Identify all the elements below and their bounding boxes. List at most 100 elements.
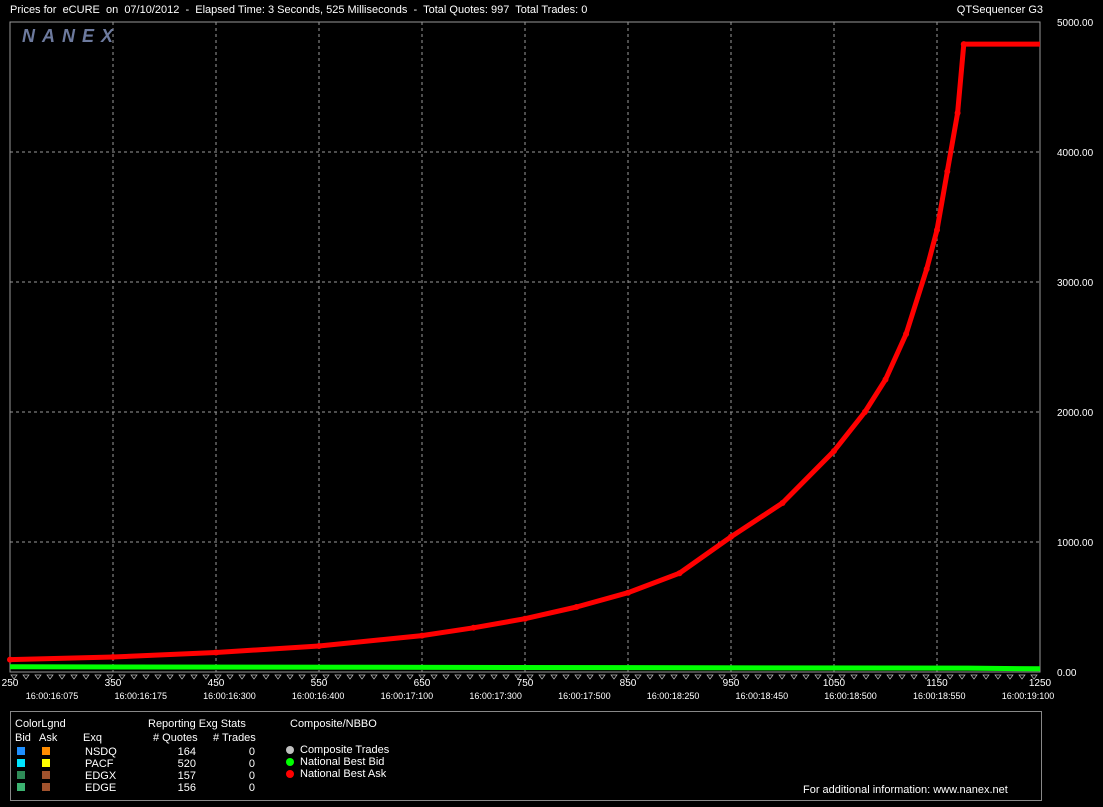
quote-marker xyxy=(1018,674,1026,680)
quote-marker xyxy=(142,674,150,680)
y-tick-label: 4000.00 xyxy=(1057,148,1094,159)
bid-swatch xyxy=(17,771,25,779)
quote-count: 156 xyxy=(177,782,196,794)
quote-marker xyxy=(694,674,702,680)
data-point xyxy=(213,649,219,656)
quote-count: 164 xyxy=(177,746,196,758)
ask-label: Ask xyxy=(39,732,58,744)
quote-marker xyxy=(442,674,450,680)
quote-marker xyxy=(490,674,498,680)
quote-marker xyxy=(22,674,30,680)
quote-marker xyxy=(874,674,882,680)
legend-panel: ColorLgnd Bid Ask Exq Reporting Exg Stat… xyxy=(10,711,1042,801)
composite-dot xyxy=(286,770,294,778)
quote-marker xyxy=(910,674,918,680)
quote-marker xyxy=(778,674,786,680)
x-tick-label: 1050 xyxy=(823,678,846,689)
y-tick-label: 2000.00 xyxy=(1057,408,1094,419)
nanex-logo: NANEX xyxy=(22,26,120,46)
y-tick-label: 5000.00 xyxy=(1057,18,1094,29)
composite-label: Composite Trades xyxy=(300,744,390,756)
quote-marker xyxy=(430,674,438,680)
time-label: 16:00:17:500 xyxy=(558,691,611,701)
quote-marker xyxy=(94,674,102,680)
data-point xyxy=(779,500,786,506)
quote-marker xyxy=(574,674,582,680)
time-label: 16:00:16:175 xyxy=(114,691,167,701)
bid-swatch xyxy=(17,747,25,755)
quote-marker xyxy=(598,674,606,680)
quote-marker xyxy=(334,674,342,680)
y-tick-label: 1000.00 xyxy=(1057,538,1094,549)
data-point xyxy=(882,376,889,383)
x-tick-label: 650 xyxy=(414,678,431,689)
data-point xyxy=(316,643,322,649)
quote-marker xyxy=(982,674,990,680)
quote-marker xyxy=(382,674,390,680)
quote-marker xyxy=(226,674,234,680)
x-tick-label: 550 xyxy=(311,678,328,689)
quote-marker xyxy=(742,674,750,680)
y-tick-label: 3000.00 xyxy=(1057,278,1094,289)
data-point xyxy=(522,615,528,622)
quote-marker xyxy=(970,674,978,680)
time-label: 16:00:19:100 xyxy=(1002,691,1055,701)
quote-marker xyxy=(586,674,594,680)
series-line xyxy=(9,664,1041,672)
data-point xyxy=(419,632,425,639)
quote-marker xyxy=(814,674,822,680)
quote-marker xyxy=(802,674,810,680)
data-point xyxy=(728,533,734,540)
stats-title: Reporting Exg Stats xyxy=(148,718,246,730)
quote-marker xyxy=(946,674,954,680)
trade-count: 0 xyxy=(248,758,255,770)
trades-label: # Trades xyxy=(213,732,256,744)
x-tick-label: 850 xyxy=(620,678,637,689)
quote-marker xyxy=(886,674,894,680)
quote-marker xyxy=(166,674,174,680)
footer-note: For additional information: www.nanex.ne… xyxy=(803,784,1008,796)
data-point xyxy=(934,227,940,233)
quote-marker xyxy=(862,674,870,680)
quote-marker xyxy=(346,674,354,680)
time-label: 16:00:18:550 xyxy=(913,691,966,701)
data-point xyxy=(110,654,116,661)
quote-marker xyxy=(466,674,474,680)
time-label: 16:00:16:400 xyxy=(292,691,345,701)
data-point xyxy=(573,604,580,610)
quote-marker xyxy=(154,674,162,680)
data-point xyxy=(903,331,910,337)
ask-swatch xyxy=(42,783,50,791)
quote-marker xyxy=(766,674,774,680)
quote-count: 520 xyxy=(177,758,196,770)
x-tick-label: 1150 xyxy=(926,678,948,689)
quote-marker xyxy=(502,674,510,680)
bid-swatch xyxy=(17,783,25,791)
x-tick-label: 350 xyxy=(105,678,122,689)
trade-count: 0 xyxy=(248,770,255,782)
quote-marker xyxy=(478,674,486,680)
quote-marker xyxy=(298,674,306,680)
quote-marker xyxy=(358,674,366,680)
ask-swatch xyxy=(42,771,50,779)
quote-marker xyxy=(250,674,258,680)
quote-marker xyxy=(190,674,198,680)
time-label: 16:00:18:500 xyxy=(824,691,877,701)
quote-marker xyxy=(454,674,462,680)
quote-marker xyxy=(562,674,570,680)
composite-dot xyxy=(286,746,294,754)
exchange-name: EDGE xyxy=(85,782,117,794)
exq-label: Exq xyxy=(83,732,102,744)
quote-marker xyxy=(58,674,66,680)
ask-swatch xyxy=(42,747,50,755)
x-tick-label: 950 xyxy=(723,678,740,689)
time-label: 16:00:17:100 xyxy=(381,691,434,701)
bid-swatch xyxy=(17,759,25,767)
composite-dot xyxy=(286,758,294,766)
quote-marker xyxy=(130,674,138,680)
data-point xyxy=(861,409,868,415)
quotes-label: # Quotes xyxy=(153,732,198,744)
quote-marker xyxy=(550,674,558,680)
bid-label: Bid xyxy=(15,732,31,744)
time-label: 16:00:16:300 xyxy=(203,691,256,701)
